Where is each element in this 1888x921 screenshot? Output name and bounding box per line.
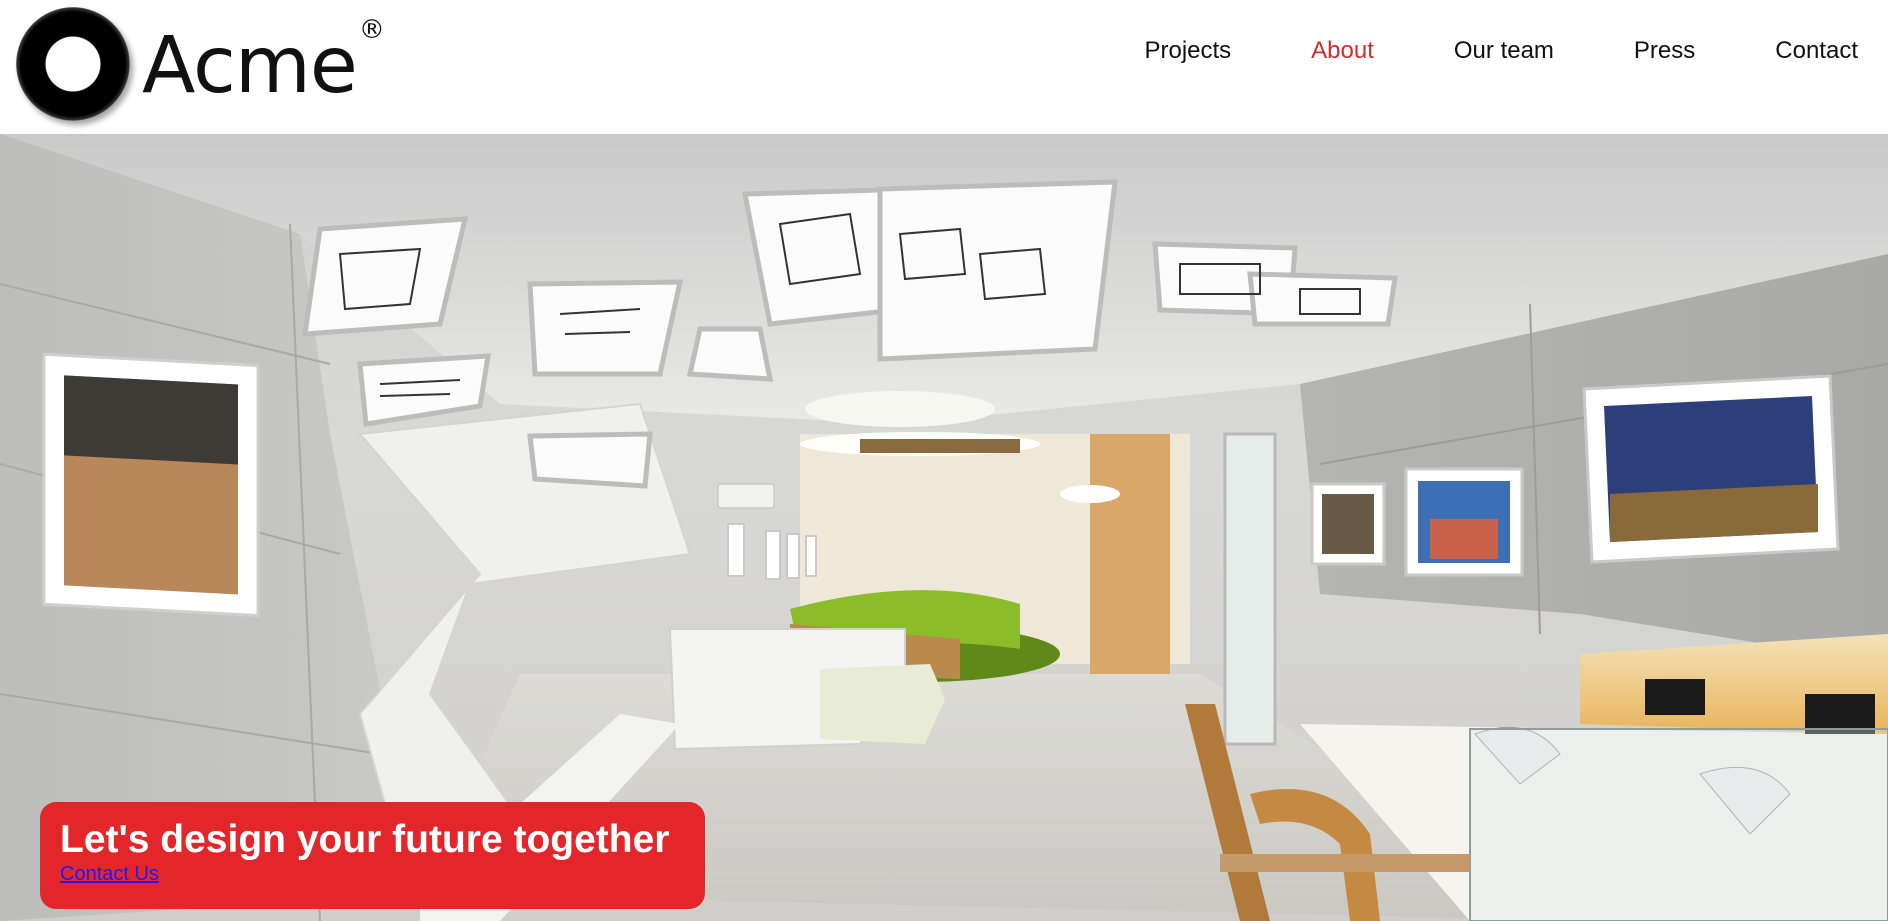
registered-mark: ® — [358, 15, 385, 45]
nav-item-contact[interactable]: Contact — [1775, 34, 1858, 68]
hero-banner: Let's design your future together Contac… — [0, 134, 1888, 921]
site-header: Acme ® Projects About Our team Press Con… — [0, 0, 1888, 134]
cta-title: Let's design your future together — [60, 818, 670, 861]
nav-item-press[interactable]: Press — [1634, 34, 1695, 68]
main-nav: Projects About Our team Press Contact — [1064, 34, 1858, 68]
contact-us-link[interactable]: Contact Us — [60, 864, 159, 884]
nav-item-our-team[interactable]: Our team — [1454, 34, 1554, 68]
brand-name: Acme — [142, 21, 358, 111]
brand-logo[interactable]: Acme ® — [16, 6, 385, 122]
cta-banner: Let's design your future together Contac… — [40, 802, 705, 909]
nav-item-projects[interactable]: Projects — [1144, 34, 1231, 68]
logo-ring-icon — [16, 7, 130, 121]
nav-item-about[interactable]: About — [1311, 34, 1374, 68]
